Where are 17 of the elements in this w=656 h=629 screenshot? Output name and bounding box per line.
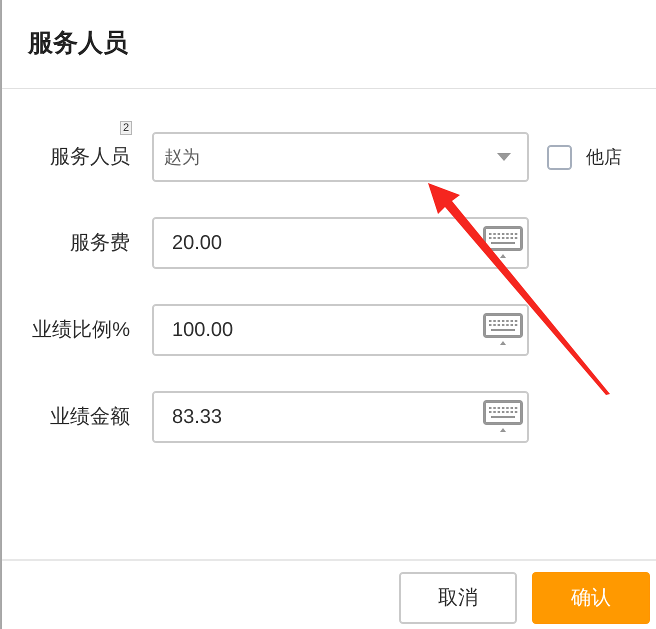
checkbox-label: 他店 [586,146,622,168]
dialog-title: 服务人员 [28,28,128,60]
input-field[interactable]: 100.00 [152,304,529,356]
cancel-button[interactable]: 取消 [399,572,517,624]
keyboard-icon[interactable] [483,400,523,434]
count-badge: 2 [120,121,132,135]
dropdown-caret-icon [497,153,511,161]
checkbox[interactable] [547,144,572,170]
field-label: 业绩比例% [31,318,131,343]
keyboard-icon[interactable] [483,226,523,260]
input-field[interactable]: 20.00 [152,217,529,269]
input-field[interactable]: 83.33 [152,391,529,443]
field-label: 业绩金额 [49,405,131,430]
field-label: 服务人员 [49,145,131,170]
keyboard-icon[interactable] [483,313,523,347]
select-field[interactable]: 赵为 [152,132,529,182]
field-label: 服务费 [69,231,131,256]
